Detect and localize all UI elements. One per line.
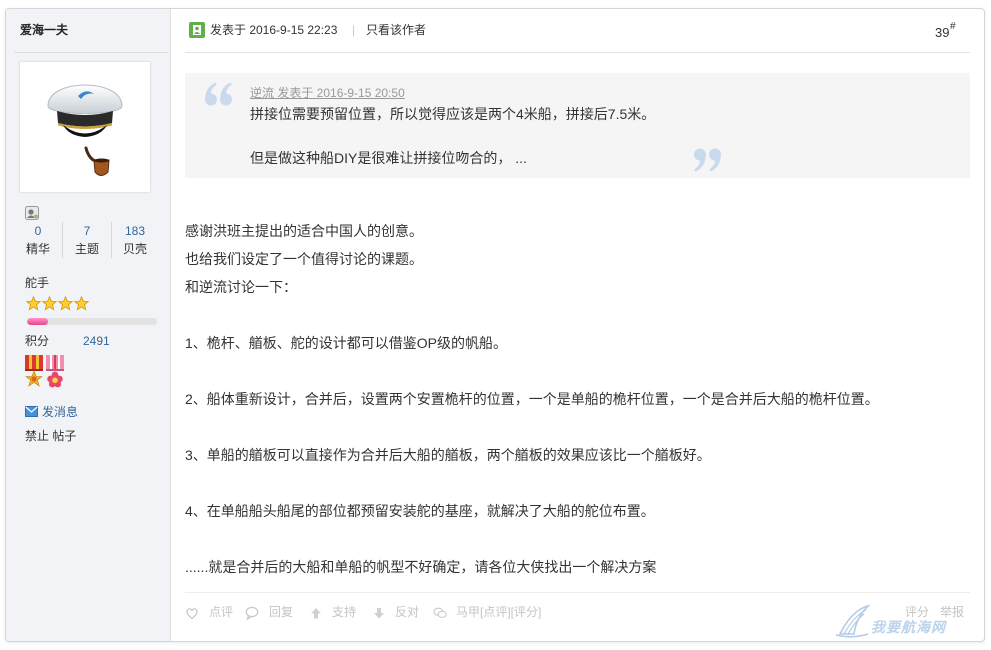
rank-star-icon [57, 295, 74, 311]
stat-digest-label: 精华 [25, 242, 50, 256]
body-line: 1、桅杆、艏板、舵的设计都可以借鉴OP级的帆船。 [185, 335, 508, 351]
stat-shells-value: 183 [124, 224, 146, 238]
level-progress [27, 318, 157, 325]
author-name[interactable]: 爱海一夫 [20, 23, 68, 37]
reply-action[interactable]: 回复 [269, 605, 293, 620]
quote-open-icon [205, 82, 232, 106]
medal-icon [46, 355, 64, 388]
watermark-text: 我要航海网 [871, 619, 946, 635]
stat-threads-value: 7 [83, 224, 91, 238]
vest-action[interactable]: 马甲[点评][评分] [456, 605, 541, 620]
user-rank: 舵手 [25, 276, 50, 290]
stat-threads-label: 主题 [74, 242, 99, 256]
body-line: 感谢洪班主提出的适合中国人的创意。 [185, 223, 423, 239]
stat-digest[interactable]: 0 精华 [14, 223, 62, 257]
points-label: 积分 [25, 334, 50, 348]
body-line: 也给我们设定了一个值得讨论的课题。 [185, 251, 423, 267]
quote-close-icon [694, 148, 721, 172]
body-line: 和逆流讨论一下： [185, 279, 297, 295]
site-watermark: 我要航海网 [834, 604, 974, 640]
quote-line: 拼接位需要预留位置，所以觉得应该是两个4米船，拼接后7.5米。 [250, 106, 656, 122]
send-message-link[interactable]: 发消息 [42, 405, 78, 419]
vest-bubbles-icon[interactable] [433, 606, 447, 620]
support-up-arrow-icon[interactable] [309, 606, 323, 620]
floor-number[interactable]: 39 [935, 26, 949, 40]
comment-heart-icon[interactable] [185, 606, 199, 620]
quote-line: 但是做这种船DIY是很难让拼接位吻合的， ... [250, 150, 527, 166]
level-progress-fill [27, 318, 48, 325]
post-author-icon [189, 22, 205, 38]
sidebar-divider [14, 52, 168, 53]
body-line: 4、在单船船头船尾的部位都预留安装舵的基座，就解决了大船的舵位布置。 [185, 503, 655, 519]
support-action[interactable]: 支持 [332, 605, 356, 620]
stat-shells-label: 贝壳 [122, 242, 147, 256]
stat-digest-value: 0 [34, 224, 42, 238]
quote-author-link[interactable]: 逆流 发表于 2016-9-15 20:50 [250, 86, 405, 100]
sail-logo-icon [835, 604, 871, 638]
footer-divider [185, 592, 970, 593]
comment-action[interactable]: 点评 [209, 605, 233, 620]
medals[interactable] [24, 355, 66, 391]
points-value[interactable]: 2491 [83, 334, 110, 348]
body-line: 2、船体重新设计，合并后，设置两个安置桅杆的位置，一个是单船的桅杆位置，一个是合… [185, 391, 879, 407]
captain-hat-pipe-avatar [47, 84, 123, 176]
post-timestamp: 发表于 2016-9-15 22:23 [210, 23, 338, 37]
rank-stars [25, 295, 90, 311]
user-status-icon [25, 206, 39, 220]
reply-bubble-icon[interactable] [245, 606, 259, 620]
envelope-icon[interactable] [25, 406, 38, 417]
stat-threads[interactable]: 7 主题 [63, 223, 111, 257]
oppose-action[interactable]: 反对 [395, 605, 419, 620]
body-line: ......就是合并后的大船和单船的帆型不好确定，请各位大侠找出一个解决方案 [185, 559, 657, 575]
avatar[interactable] [20, 62, 150, 192]
ban-user-link[interactable]: 禁止 [25, 429, 49, 443]
floor-mark: # [950, 21, 956, 32]
post-body: 感谢洪班主提出的适合中国人的创意。 也给我们设定了一个值得讨论的课题。 和逆流讨… [185, 217, 879, 581]
medal-icon [25, 355, 43, 387]
rank-star-icon [41, 295, 58, 311]
header-divider [185, 52, 970, 53]
body-line: 3、单船的艏板可以直接作为合并后大船的艏板，两个艏板的效果应该比一个艏板好。 [185, 447, 711, 463]
ban-posts-link[interactable]: 帖子 [52, 429, 76, 443]
admin-links: 禁止 帖子 [25, 429, 76, 443]
oppose-down-arrow-icon[interactable] [372, 606, 386, 620]
rank-star-icon [25, 295, 42, 311]
rank-star-icon [73, 295, 90, 311]
header-separator: | [352, 23, 356, 37]
only-author-link[interactable]: 只看该作者 [366, 23, 426, 37]
stat-shells[interactable]: 183 贝壳 [111, 223, 159, 257]
